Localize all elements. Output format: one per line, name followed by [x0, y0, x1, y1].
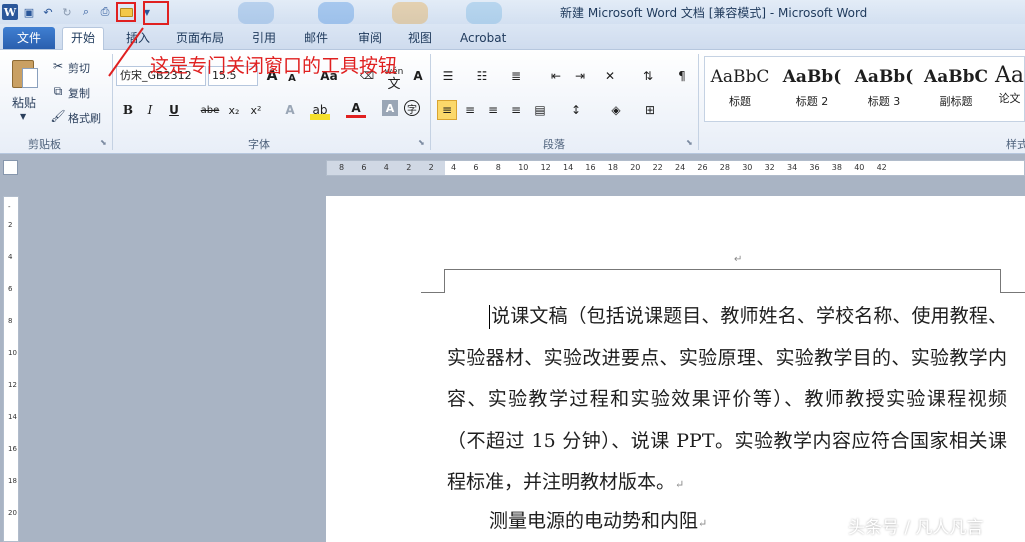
ruler-tick: 28 [719, 163, 730, 172]
header-border [444, 269, 1000, 270]
header-corner [421, 292, 444, 293]
ruler-tick: 6 [473, 163, 479, 172]
ruler-tick: 12 [540, 163, 551, 172]
vertical-ruler[interactable]: - 2 4 6 8 10 12 14 16 18 20 [3, 196, 19, 542]
ruler-tick: 2 [8, 221, 13, 229]
watermark: 头条号 / 凡人凡言 [848, 518, 984, 538]
text-cursor [489, 305, 490, 329]
ruler-tick: 4 [8, 253, 13, 261]
body-paragraph-2[interactable]: 测量电源的电动势和内阻↵ [489, 506, 707, 533]
paragraph-mark: ↵ [675, 478, 685, 491]
ruler-tick: 10 [518, 163, 529, 172]
header-corner [1000, 269, 1001, 293]
ruler-tick: 30 [742, 163, 753, 172]
ruler-tick: 14 [8, 413, 17, 421]
ruler-tick: 4 [383, 163, 389, 172]
ruler-tick: 16 [8, 445, 17, 453]
font-group-label: 字体 [248, 138, 270, 151]
ruler-tick: 24 [675, 163, 686, 172]
ruler-tick: 42 [876, 163, 887, 172]
header-paragraph-mark: ↵ [734, 254, 743, 265]
ruler-tick: 18 [8, 477, 17, 485]
paragraph-group-label: 段落 [543, 138, 565, 151]
ruler-tick: 20 [8, 509, 17, 517]
ruler-tick: 18 [607, 163, 618, 172]
ruler-tick: 26 [697, 163, 708, 172]
ruler-tick: 12 [8, 381, 17, 389]
ruler-tick: 6 [361, 163, 367, 172]
horizontal-ruler[interactable]: 8 6 4 2 2 4 6 8 10 12 14 16 18 20 22 24 26 28 30 32 34 36 38 40… [326, 160, 1025, 176]
ruler-tick: 34 [787, 163, 798, 172]
dialog-launcher-icon[interactable]: ⬊ [686, 138, 693, 147]
ruler-tick: 6 [8, 285, 13, 293]
tab-selector[interactable] [3, 160, 18, 175]
ruler-tick: 38 [831, 163, 842, 172]
ruler-tick: 36 [809, 163, 820, 172]
annotation-text: 这是专门关闭窗口的工具按钮 [150, 55, 398, 77]
ruler-tick: 40 [854, 163, 865, 172]
document-page[interactable]: ↵ 说课文稿（包括说课题目、教师姓名、学校名称、使用教程、实验器材、实验改进要点… [326, 196, 1025, 542]
paragraph-mark: ↵ [698, 517, 708, 530]
styles-group-label: 样式 [1006, 138, 1025, 151]
ruler-tick: 8 [495, 163, 501, 172]
ruler-tick: 14 [563, 163, 574, 172]
ruler-tick: 2 [428, 163, 434, 172]
header-corner [444, 269, 445, 293]
ruler-tick: 32 [764, 163, 775, 172]
clipboard-group-label: 剪贴板 [28, 138, 61, 151]
ruler-tick: - [8, 203, 11, 211]
ruler-tick: 8 [8, 317, 13, 325]
dialog-launcher-icon[interactable]: ⬊ [418, 138, 425, 147]
paragraph-text: 说课文稿（包括说课题目、教师姓名、学校名称、使用教程、实验器材、实验改进要点、实… [447, 305, 1007, 493]
dialog-launcher-icon[interactable]: ⬊ [100, 138, 107, 147]
ruler-tick: 10 [8, 349, 17, 357]
ruler-tick: 16 [585, 163, 596, 172]
body-paragraph[interactable]: 说课文稿（包括说课题目、教师姓名、学校名称、使用教程、实验器材、实验改进要点、实… [447, 296, 1007, 506]
ruler-tick: 4 [451, 163, 457, 172]
ruler-tick: 22 [652, 163, 663, 172]
ruler-tick: 2 [406, 163, 412, 172]
header-corner [1000, 292, 1025, 293]
paragraph-text: 测量电源的电动势和内阻 [489, 510, 699, 532]
ruler-tick: 8 [339, 163, 345, 172]
ruler-tick: 20 [630, 163, 641, 172]
